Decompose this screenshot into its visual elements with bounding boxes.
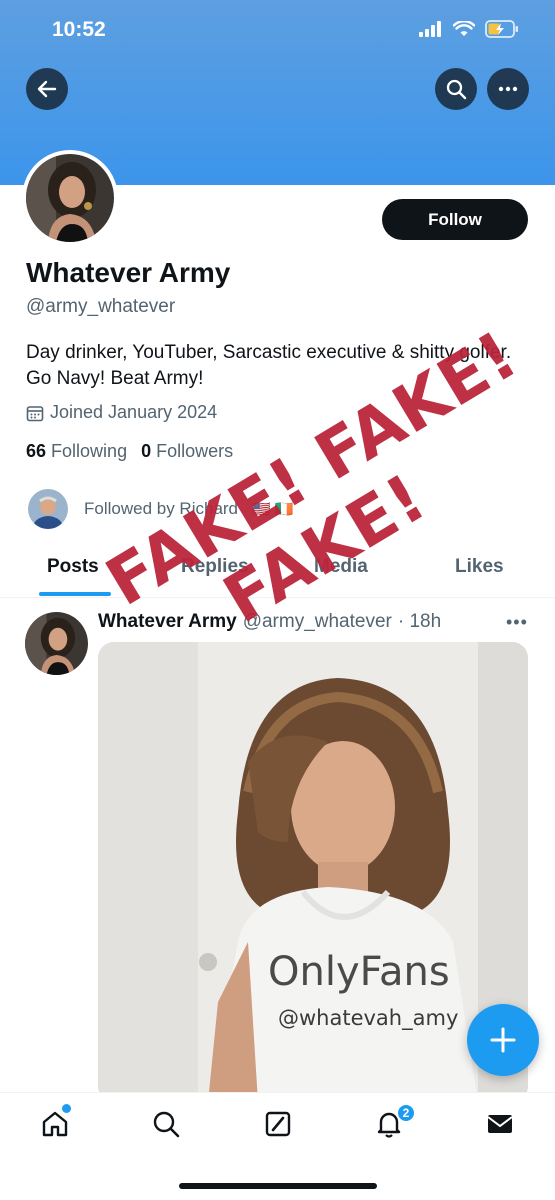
grok-icon (265, 1111, 291, 1137)
joined-text: Joined January 2024 (50, 402, 218, 422)
post-more-button[interactable]: ••• (506, 612, 528, 633)
follower-avatar (26, 487, 70, 531)
post-image[interactable]: OnlyFans @whatevah_amy (98, 642, 528, 1102)
signal-icon (419, 21, 441, 37)
tab-likes[interactable]: Likes (455, 556, 504, 578)
more-horizontal-icon (498, 86, 518, 92)
profile-name: Whatever Army (26, 257, 231, 288)
tab-media[interactable]: Media (314, 556, 368, 578)
profile-handle: @army_whatever (26, 296, 176, 317)
followed-by-flags: 🇺🇸 🇮🇪 (252, 501, 294, 518)
tab-posts[interactable]: Posts (47, 556, 99, 578)
profile-avatar[interactable] (22, 150, 118, 246)
compose-post-button[interactable] (467, 1004, 539, 1076)
post-header: Whatever Army @army_whatever · 18h (98, 611, 441, 633)
status-icons (419, 20, 519, 38)
search-icon (446, 79, 467, 100)
post-author-avatar[interactable] (25, 612, 88, 675)
home-unread-dot (62, 1104, 71, 1113)
post-author-handle[interactable]: @army_whatever (243, 611, 392, 633)
followed-by-text: Followed by Richard (84, 499, 239, 518)
post-author-name[interactable]: Whatever Army (98, 611, 237, 633)
post-time: · 18h (397, 611, 442, 632)
search-button[interactable] (435, 68, 477, 110)
calendar-icon (26, 405, 44, 421)
home-indicator (179, 1183, 377, 1189)
arrow-left-icon (37, 80, 57, 98)
nav-grok[interactable] (261, 1107, 295, 1141)
follow-button[interactable]: Follow (382, 199, 528, 240)
shirt-text-brand: OnlyFans (268, 949, 450, 995)
nav-messages[interactable] (483, 1107, 517, 1141)
followers-link[interactable]: 0 Followers (141, 441, 233, 462)
search-icon (153, 1111, 180, 1138)
follow-counts: 66 Following 0 Followers (26, 441, 233, 462)
active-tab-indicator (39, 592, 111, 596)
plus-icon (490, 1027, 516, 1053)
followed-by[interactable]: Followed by Richard 🇺🇸 🇮🇪 (26, 487, 294, 531)
battery-icon (485, 20, 518, 38)
joined-date: Joined January 2024 (26, 402, 217, 423)
wifi-icon (453, 21, 475, 36)
home-icon (42, 1111, 68, 1137)
profile-tabs: Posts Replies Media Likes (0, 548, 555, 598)
tab-replies[interactable]: Replies (181, 556, 249, 578)
profile-bio: Day drinker, YouTuber, Sarcastic executi… (26, 342, 512, 389)
mail-icon (487, 1115, 513, 1133)
back-button[interactable] (26, 68, 68, 110)
shirt-text-handle: @whatevah_amy (278, 1006, 458, 1031)
status-time: 10:52 (52, 18, 106, 41)
notifications-badge: 2 (396, 1103, 416, 1123)
nav-search[interactable] (149, 1107, 183, 1141)
following-link[interactable]: 66 Following (26, 441, 127, 462)
more-options-button[interactable] (487, 68, 529, 110)
